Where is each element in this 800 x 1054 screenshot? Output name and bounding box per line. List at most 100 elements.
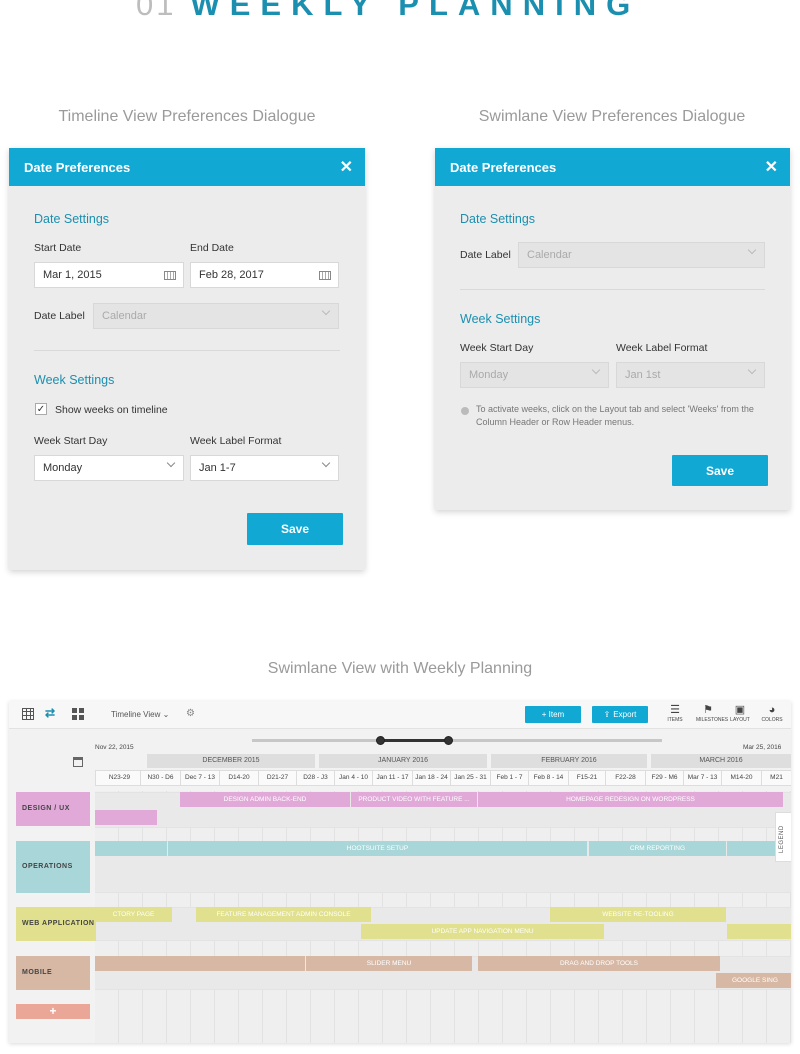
calendar-icon[interactable] [319,271,331,280]
timeline-item[interactable]: GOOGLE SING [716,973,791,988]
dialog-titlebar: Date Preferences ✕ [435,148,790,186]
export-button[interactable]: ⇪ Export [592,706,648,723]
week-label: Jan 25 - 31 [450,771,490,785]
chevron-down-icon [747,365,757,375]
week-format-value: Jan 1-7 [199,462,236,474]
legend-tab[interactable]: LEGEND [775,812,791,862]
week-label: N30 - D6 [140,771,180,785]
divider [34,350,340,351]
timeline-preferences-dialog: Date Preferences ✕ Date Settings Start D… [9,148,365,570]
dialog-title: Date Preferences [450,159,557,175]
layout-label: LAYOUT [730,717,750,723]
gear-icon[interactable]: ⚙ [186,708,195,719]
week-start-select: Monday [460,362,609,388]
slider-selection [381,739,449,742]
app-toolbar: ⇄ Timeline View ⌄ ⚙ + Item ⇪ Export ☰ ITEM… [9,701,791,729]
week-label: Dec 7 - 13 [180,771,219,785]
week-format-select[interactable]: Jan 1-7 [190,455,339,481]
slider-handle-end[interactable] [444,736,453,745]
dialog-title: Date Preferences [24,159,131,175]
lane-design[interactable]: DESIGN / UX [16,792,90,826]
timeline-item[interactable] [95,956,305,971]
week-start-select[interactable]: Monday [34,455,184,481]
end-date-field[interactable]: Feb 28, 2017 [190,262,339,288]
view-select[interactable]: Timeline View ⌄ [111,710,169,719]
week-start-value: Monday [469,369,509,381]
start-date-label: Start Date [34,242,82,254]
timeline-item[interactable]: DRAG AND DROP TOOLS [478,956,720,971]
swimlane-app: ⇄ Timeline View ⌄ ⚙ + Item ⇪ Export ☰ ITEM… [9,701,791,1043]
week-start-label: Week Start Day [34,435,108,447]
grid-view-icon[interactable] [72,708,84,720]
week-label: Jan 4 - 10 [334,771,372,785]
info-note: To activate weeks, click on the Layout t… [461,403,766,429]
start-date-value: Mar 1, 2015 [43,269,102,281]
timeline-item[interactable]: FEATURE MANAGEMENT ADMIN CONSOLE [196,907,371,922]
milestones-tab[interactable]: ⚑ MILESTONES [696,704,729,724]
lane-operations[interactable]: OPERATIONS [16,841,90,893]
timeline-item[interactable]: UPDATE APP NAVIGATION MENU [361,924,604,939]
swimlane-view-icon[interactable]: ⇄ [45,707,57,719]
lane-mobile[interactable]: MOBILE [16,956,90,990]
month-header: JANUARY 2016 [319,754,487,768]
lane-web-application[interactable]: WEB APPLICATION [16,907,96,941]
colors-tab[interactable]: ◕ COLORS [760,704,784,724]
week-format-value: Jan 1st [625,369,661,381]
caption-app: Swimlane View with Weekly Planning [267,660,533,677]
date-settings-heading: Date Settings [34,212,110,226]
timeline-item[interactable]: WEBSITE RE-TOOLING [550,907,726,922]
timeline-item[interactable] [727,924,791,939]
month-header: DECEMBER 2015 [147,754,315,768]
show-weeks-checkbox[interactable]: ✓ [35,403,47,415]
month-header: FEBRUARY 2016 [491,754,647,768]
add-lane-button[interactable]: + [16,1004,90,1019]
timeline-item[interactable]: PRODUCT VIDEO WITH FEATURE ... [351,792,477,807]
date-label-label: Date Label [460,249,511,261]
items-label: ITEMS [667,717,683,723]
week-label: M14-20 [721,771,761,785]
view-select-label: Timeline View [111,710,161,719]
date-settings-heading: Date Settings [460,212,536,226]
week-settings-heading: Week Settings [34,373,115,387]
timeline-item[interactable]: HOMEPAGE REDESIGN ON WORDPRESS [478,792,783,807]
layout-tab[interactable]: ▣ LAYOUT [728,704,752,724]
close-icon[interactable]: ✕ [765,157,778,177]
week-label: F22-28 [605,771,645,785]
date-label-value: Calendar [527,249,572,261]
timeline-item[interactable]: SLIDER MENU [306,956,472,971]
save-button[interactable]: Save [672,455,768,486]
week-label: M21 [761,771,791,785]
timeline-item[interactable] [95,841,167,856]
items-tab[interactable]: ☰ ITEMS [663,704,687,724]
week-label: Mar 7 - 13 [683,771,721,785]
list-icon: ☰ [670,704,680,716]
divider [460,289,765,290]
timeline-item[interactable]: HOOTSUITE SETUP [168,841,587,856]
timeline-item[interactable] [95,810,157,825]
calendar-icon[interactable] [164,271,176,280]
month-header: MARCH 2016 [651,754,791,768]
start-date-field[interactable]: Mar 1, 2015 [34,262,184,288]
calendar-icon[interactable] [73,757,83,767]
export-label: Export [613,710,637,719]
add-item-button[interactable]: + Item [525,706,581,723]
caption-swimlane: Swimlane View Preferences Dialogue [478,108,746,125]
week-label: F29 - M6 [645,771,683,785]
slider-handle-start[interactable] [376,736,385,745]
week-label: F15-21 [568,771,605,785]
close-icon[interactable]: ✕ [340,157,353,177]
caption-timeline: Timeline View Preferences Dialogue [58,108,316,125]
timeline-item[interactable]: CRM REPORTING [589,841,726,856]
week-start-value: Monday [43,462,83,474]
timeline-item[interactable]: CTORY PAGE [95,907,172,922]
timeline-range-slider[interactable] [252,736,662,745]
milestones-label: MILESTONES [696,717,729,723]
show-weeks-label: Show weeks on timeline [55,404,168,416]
timeline-item[interactable]: DESIGN ADMIN BACK-END [180,792,350,807]
week-label: Feb 1 - 7 [490,771,528,785]
week-label: D28 - J3 [296,771,334,785]
table-view-icon[interactable] [22,708,34,720]
save-button[interactable]: Save [247,513,343,545]
chevron-down-icon [591,365,601,375]
date-label-select: Calendar [93,303,339,329]
